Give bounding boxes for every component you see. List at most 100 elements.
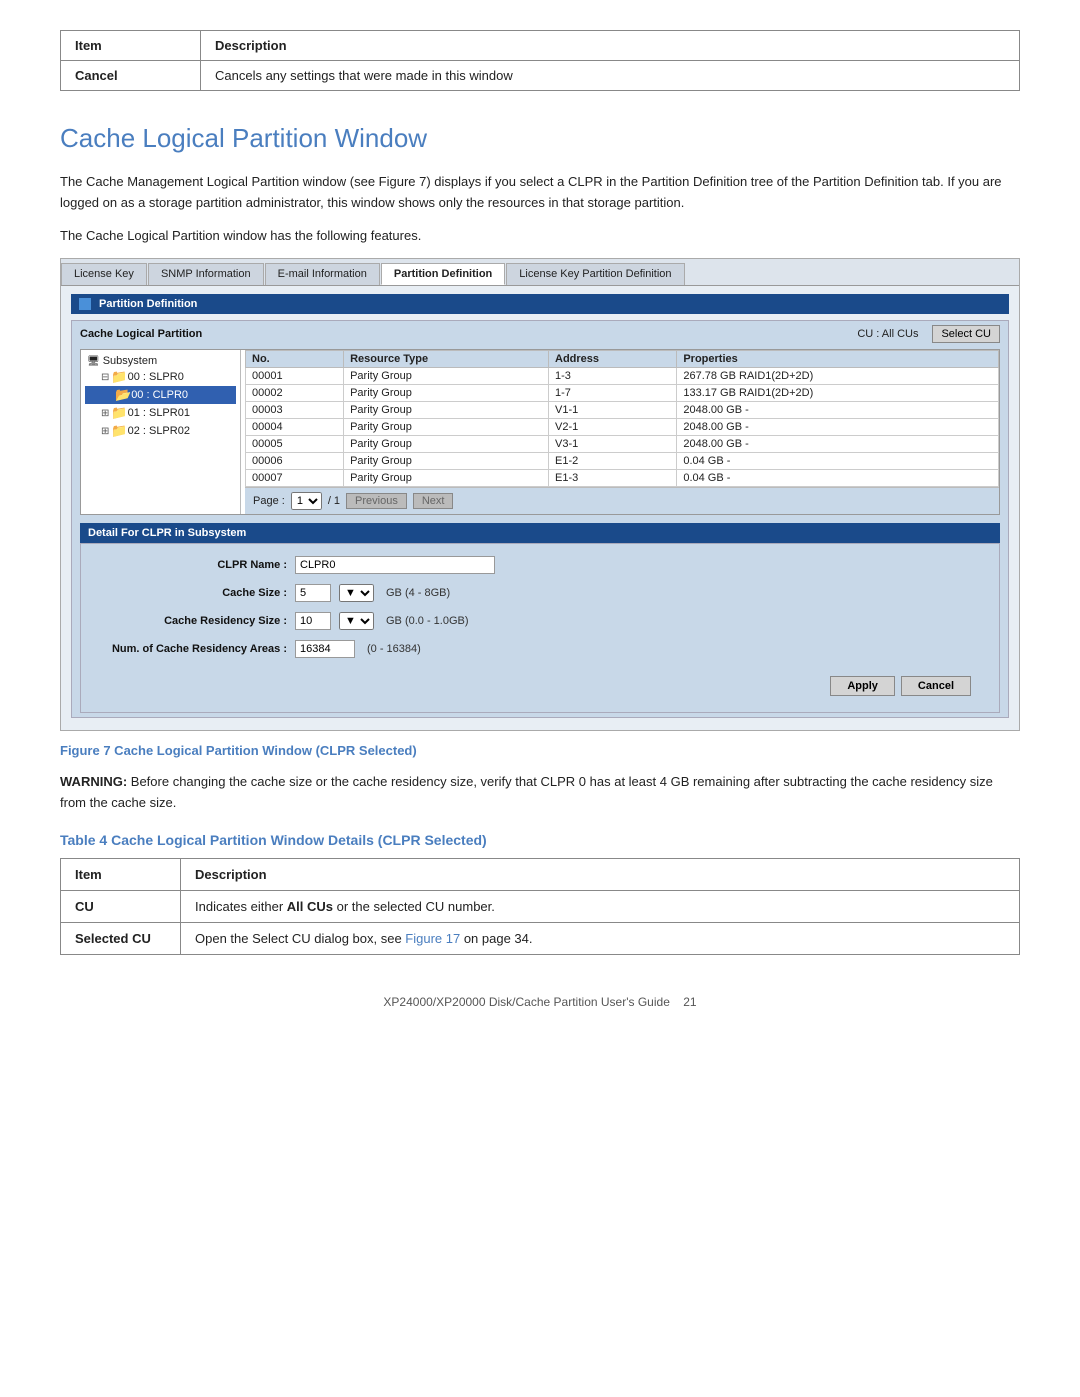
panel-title: Partition Definition xyxy=(99,298,197,310)
ui-screenshot: License Key SNMP Information E-mail Info… xyxy=(60,258,1020,731)
folder-icon-slpr01: 📁 xyxy=(111,405,127,421)
panel-header: Partition Definition xyxy=(71,294,1009,314)
select-cu-button[interactable]: Select CU xyxy=(932,325,1000,343)
num-areas-hint: (0 - 16384) xyxy=(367,643,421,655)
table-row: 00001Parity Group1-3267.78 GB RAID1(2D+2… xyxy=(246,368,999,385)
data-table-wrap: No. Resource Type Address Properties 000… xyxy=(245,350,999,514)
action-row: Apply Cancel xyxy=(97,668,983,700)
prev-button[interactable]: Previous xyxy=(346,493,407,509)
tab-email[interactable]: E-mail Information xyxy=(265,263,380,285)
page-select[interactable]: 1 xyxy=(291,492,322,510)
tree-label-clpr0: 00 : CLPR0 xyxy=(131,389,188,401)
detail-row-num-areas: Num. of Cache Residency Areas : (0 - 163… xyxy=(97,640,983,658)
tab-bar: License Key SNMP Information E-mail Info… xyxy=(61,259,1019,286)
table-row: Cancel Cancels any settings that were ma… xyxy=(61,61,1020,91)
table-row: 00006Parity GroupE1-20.04 GB - xyxy=(246,453,999,470)
detail-row-clpr-name: CLPR Name : xyxy=(97,556,983,574)
tree-label-slpr01: 01 : SLPR01 xyxy=(128,407,190,419)
tab-snmp[interactable]: SNMP Information xyxy=(148,263,264,285)
tab-license-key[interactable]: License Key xyxy=(61,263,147,285)
selected-cu-desc-before: Open the Select CU dialog box, see xyxy=(195,931,405,946)
bottom-desc-selected-cu: Open the Select CU dialog box, see Figur… xyxy=(181,922,1020,954)
bottom-item-cu: CU xyxy=(61,890,181,922)
cu-desc-after: or the selected CU number. xyxy=(333,899,495,914)
folder-icon-clpr0: 📂 xyxy=(115,387,131,403)
next-button[interactable]: Next xyxy=(413,493,454,509)
bottom-table-row-cu: CU Indicates either All CUs or the selec… xyxy=(61,890,1020,922)
cache-residency-label: Cache Residency Size : xyxy=(97,615,287,627)
warning-body: Before changing the cache size or the ca… xyxy=(60,774,993,810)
detail-body: CLPR Name : Cache Size : ▼ GB (4 - 8GB) … xyxy=(80,543,1000,713)
table-row: 00004Parity GroupV2-12048.00 GB - xyxy=(246,419,999,436)
clp-title: Cache Logical Partition xyxy=(80,328,202,340)
table-row: 00002Parity Group1-7133.17 GB RAID1(2D+2… xyxy=(246,385,999,402)
cu-desc-bold: All CUs xyxy=(287,899,333,914)
footer-text: XP24000/XP20000 Disk/Cache Partition Use… xyxy=(383,995,669,1009)
detail-row-cache-residency: Cache Residency Size : ▼ GB (0.0 - 1.0GB… xyxy=(97,612,983,630)
num-areas-input[interactable] xyxy=(295,640,355,658)
col-address: Address xyxy=(549,351,677,368)
cache-residency-select[interactable]: ▼ xyxy=(339,612,374,630)
subsystem-icon: 🖥 xyxy=(87,356,100,367)
warning-text: WARNING: Before changing the cache size … xyxy=(60,772,1020,814)
tab-partition-def[interactable]: Partition Definition xyxy=(381,263,505,285)
table-row: 00005Parity GroupV3-12048.00 GB - xyxy=(246,436,999,453)
expand-icon-slpr02: ⊞ xyxy=(101,426,109,437)
bottom-table-row-selected-cu: Selected CU Open the Select CU dialog bo… xyxy=(61,922,1020,954)
folder-icon-slpr02: 📁 xyxy=(111,423,127,439)
clp-header: Cache Logical Partition CU : All CUs Sel… xyxy=(80,325,1000,343)
body-text-2: The Cache Logical Partition window has t… xyxy=(60,226,1020,247)
folder-icon-slpr0: 📁 xyxy=(111,369,127,385)
clp-content: 🖥 Subsystem ⊟ 📁 00 : SLPR0 📂 00 : CLPR0 … xyxy=(80,349,1000,515)
tree-label-subsystem: Subsystem xyxy=(103,355,157,367)
expand-icon-slpr0: ⊟ xyxy=(101,372,109,383)
col-resource-type: Resource Type xyxy=(344,351,549,368)
cu-desc-before: Indicates either xyxy=(195,899,287,914)
cache-size-input[interactable] xyxy=(295,584,331,602)
clp-section: Cache Logical Partition CU : All CUs Sel… xyxy=(71,320,1009,718)
clpr-name-label: CLPR Name : xyxy=(97,559,287,571)
cache-size-label: Cache Size : xyxy=(97,587,287,599)
pagination-row: Page : 1 / 1 Previous Next xyxy=(245,487,999,514)
clpr-name-input[interactable] xyxy=(295,556,495,574)
tree-item-subsystem[interactable]: 🖥 Subsystem xyxy=(85,354,236,368)
detail-row-cache-size: Cache Size : ▼ GB (4 - 8GB) xyxy=(97,584,983,602)
col-properties: Properties xyxy=(677,351,999,368)
tree-item-clpr0[interactable]: 📂 00 : CLPR0 xyxy=(85,386,236,404)
tree-label-slpr0: 00 : SLPR0 xyxy=(128,371,184,383)
detail-panel: Detail For CLPR in Subsystem CLPR Name :… xyxy=(80,523,1000,713)
figure-17-link[interactable]: Figure 17 xyxy=(405,931,460,946)
tree-label-slpr02: 02 : SLPR02 xyxy=(128,425,190,437)
table4-heading: Table 4 Cache Logical Partition Window D… xyxy=(60,832,1020,848)
section-heading: Cache Logical Partition Window xyxy=(60,123,1020,154)
tab-license-key-partition[interactable]: License Key Partition Definition xyxy=(506,263,684,285)
tree-item-slpr0[interactable]: ⊟ 📁 00 : SLPR0 xyxy=(85,368,236,386)
footer-page: 21 xyxy=(683,995,696,1009)
col-description: Description xyxy=(201,31,1020,61)
bottom-table: Item Description CU Indicates either All… xyxy=(60,858,1020,955)
col-no: No. xyxy=(246,351,344,368)
bottom-col-item: Item xyxy=(61,858,181,890)
tree-panel: 🖥 Subsystem ⊟ 📁 00 : SLPR0 📂 00 : CLPR0 … xyxy=(81,350,241,514)
bottom-col-description: Description xyxy=(181,858,1020,890)
num-areas-label: Num. of Cache Residency Areas : xyxy=(97,643,287,655)
detail-header: Detail For CLPR in Subsystem xyxy=(80,523,1000,543)
body-text-1: The Cache Management Logical Partition w… xyxy=(60,172,1020,214)
top-table: Item Description Cancel Cancels any sett… xyxy=(60,30,1020,91)
apply-button[interactable]: Apply xyxy=(830,676,895,696)
warning-prefix: WARNING: xyxy=(60,774,127,789)
bottom-desc-cu: Indicates either All CUs or the selected… xyxy=(181,890,1020,922)
tree-item-slpr01[interactable]: ⊞ 📁 01 : SLPR01 xyxy=(85,404,236,422)
bottom-item-selected-cu: Selected CU xyxy=(61,922,181,954)
selected-cu-desc-after: on page 34. xyxy=(460,931,532,946)
data-table: No. Resource Type Address Properties 000… xyxy=(245,350,999,487)
page-footer: XP24000/XP20000 Disk/Cache Partition Use… xyxy=(60,995,1020,1009)
tree-item-slpr02[interactable]: ⊞ 📁 02 : SLPR02 xyxy=(85,422,236,440)
fig-caption: Figure 7 Cache Logical Partition Window … xyxy=(60,743,1020,758)
cache-size-select[interactable]: ▼ xyxy=(339,584,374,602)
cache-size-hint: GB (4 - 8GB) xyxy=(386,587,450,599)
cache-residency-input[interactable] xyxy=(295,612,331,630)
table-row: 00003Parity GroupV1-12048.00 GB - xyxy=(246,402,999,419)
cancel-button[interactable]: Cancel xyxy=(901,676,971,696)
panel-icon xyxy=(79,298,91,310)
